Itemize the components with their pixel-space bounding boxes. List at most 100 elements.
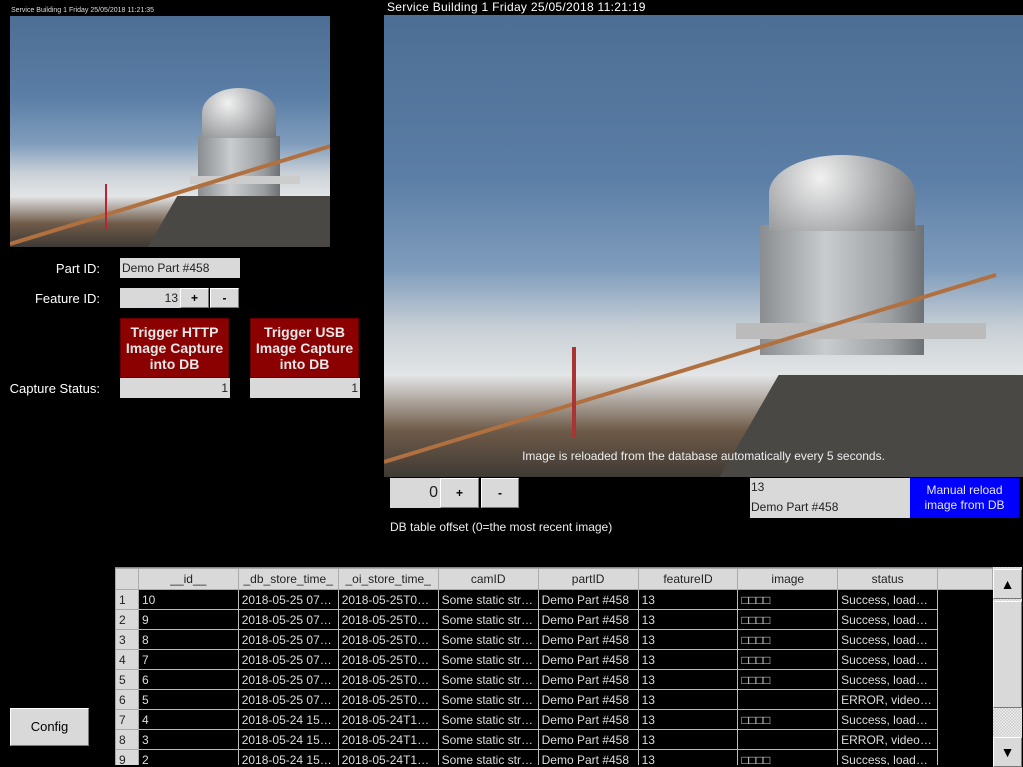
table-cell[interactable]: Some static str… [437, 609, 539, 630]
table-row[interactable]: 6 5 2018-05-25 07… 2018-05-25T0… Some static… [115, 689, 993, 710]
table-cell[interactable]: □□□□ [737, 609, 839, 630]
scroll-up-button[interactable]: ▲ [993, 569, 1022, 599]
column-header-id[interactable]: __id__ [137, 568, 239, 590]
row-number[interactable]: 5 [115, 669, 139, 690]
table-cell[interactable]: 10 [137, 589, 239, 610]
part-id-input[interactable]: Demo Part #458 [120, 258, 240, 278]
table-cell[interactable]: 2018-05-24 15… [237, 749, 339, 765]
table-cell[interactable]: 13 [637, 709, 739, 730]
table-cell[interactable]: Some static str… [437, 589, 539, 610]
table-cell[interactable]: Success, load… [837, 609, 939, 630]
column-header-status[interactable]: status [837, 568, 939, 590]
column-header-dbstoretime[interactable]: _db_store_time_ [237, 568, 339, 590]
config-button[interactable]: Config [10, 708, 89, 746]
table-cell[interactable]: Success, load… [837, 709, 939, 730]
db-table[interactable]: __id__ _db_store_time_ _oi_store_time_ camI… [115, 567, 993, 765]
table-cell[interactable]: Demo Part #458 [537, 609, 639, 630]
table-cell[interactable]: 2018-05-25 07… [237, 589, 339, 610]
table-cell[interactable]: 2018-05-25 07… [237, 609, 339, 630]
column-header-oistoretime[interactable]: _oi_store_time_ [337, 568, 439, 590]
table-row[interactable]: 1 10 2018-05-25 07… 2018-05-25T0… Some stati… [115, 589, 993, 610]
table-cell[interactable]: 9 [137, 609, 239, 630]
table-cell[interactable]: Demo Part #458 [537, 709, 639, 730]
table-cell[interactable]: 2018-05-24 15… [237, 709, 339, 730]
table-cell[interactable]: 2018-05-25 07… [237, 649, 339, 670]
table-cell[interactable]: 13 [637, 609, 739, 630]
table-cell[interactable]: Demo Part #458 [537, 689, 639, 710]
table-cell[interactable]: Success, load… [837, 629, 939, 650]
column-header-camid[interactable]: camID [437, 568, 539, 590]
table-cell[interactable]: 2018-05-24T1… [337, 709, 439, 730]
db-offset-decrement-button[interactable]: - [481, 478, 519, 508]
table-row[interactable]: 3 8 2018-05-25 07… 2018-05-25T0… Some static… [115, 629, 993, 650]
table-row[interactable]: 4 7 2018-05-25 07… 2018-05-25T0… Some static… [115, 649, 993, 670]
table-cell[interactable]: 2018-05-24 15… [237, 729, 339, 750]
feature-id-increment-button[interactable]: + [180, 288, 209, 308]
table-row[interactable]: 7 4 2018-05-24 15… 2018-05-24T1… Some static… [115, 709, 993, 730]
table-row[interactable]: 2 9 2018-05-25 07… 2018-05-25T0… Some static… [115, 609, 993, 630]
column-header-partid[interactable]: partID [537, 568, 639, 590]
table-cell[interactable]: 2018-05-25T0… [337, 589, 439, 610]
row-number[interactable]: 1 [115, 589, 139, 610]
row-number[interactable]: 9 [115, 749, 139, 765]
table-cell[interactable]: Success, load… [837, 749, 939, 765]
table-row[interactable]: 9 2 2018-05-24 15… 2018-05-24T1… Some static… [115, 749, 993, 765]
table-cell[interactable]: Demo Part #458 [537, 589, 639, 610]
table-cell[interactable]: 13 [637, 629, 739, 650]
column-header-featureid[interactable]: featureID [637, 568, 739, 590]
table-cell[interactable]: Demo Part #458 [537, 629, 639, 650]
table-cell[interactable]: Some static str… [437, 649, 539, 670]
trigger-http-capture-button[interactable]: Trigger HTTP Image Capture into DB [120, 318, 229, 378]
table-cell[interactable]: 7 [137, 649, 239, 670]
table-cell[interactable]: 13 [637, 689, 739, 710]
table-cell[interactable]: Some static str… [437, 629, 539, 650]
table-cell[interactable]: □□□□ [737, 669, 839, 690]
table-cell[interactable]: 13 [637, 749, 739, 765]
table-cell[interactable]: 8 [137, 629, 239, 650]
table-cell[interactable]: □□□□ [737, 749, 839, 765]
table-cell[interactable]: Some static str… [437, 709, 539, 730]
table-cell[interactable]: Demo Part #458 [537, 749, 639, 765]
table-cell[interactable]: 2018-05-24T1… [337, 749, 439, 765]
table-row[interactable]: 5 6 2018-05-25 07… 2018-05-25T0… Some static… [115, 669, 993, 690]
table-cell[interactable]: 3 [137, 729, 239, 750]
scrollbar-thumb[interactable] [993, 601, 1022, 708]
row-number[interactable]: 3 [115, 629, 139, 650]
row-number[interactable]: 8 [115, 729, 139, 750]
table-cell[interactable]: □□□□ [737, 589, 839, 610]
table-cell[interactable]: Some static str… [437, 749, 539, 765]
feature-id-input[interactable]: 13 [120, 288, 180, 308]
table-scrollbar[interactable]: ▲ ▼ [993, 567, 1022, 767]
table-cell[interactable]: 13 [637, 589, 739, 610]
table-cell[interactable]: 2018-05-25 07… [237, 629, 339, 650]
table-cell[interactable]: □□□□ [737, 629, 839, 650]
table-cell[interactable]: 5 [137, 689, 239, 710]
db-offset-increment-button[interactable]: + [440, 478, 479, 508]
table-cell[interactable] [737, 689, 839, 710]
table-cell[interactable]: 13 [637, 649, 739, 670]
table-cell[interactable]: 2018-05-25T0… [337, 669, 439, 690]
table-cell[interactable]: 4 [137, 709, 239, 730]
db-offset-input[interactable]: 0 [390, 478, 440, 508]
table-cell[interactable]: □□□□ [737, 649, 839, 670]
column-header-image[interactable]: image [737, 568, 839, 590]
table-cell[interactable]: Success, load… [837, 649, 939, 670]
table-cell[interactable]: 2018-05-25T0… [337, 649, 439, 670]
table-cell[interactable]: □□□□ [737, 709, 839, 730]
row-number[interactable]: 4 [115, 649, 139, 670]
table-row[interactable]: 8 3 2018-05-24 15… 2018-05-24T1… Some static… [115, 729, 993, 750]
table-cell[interactable]: 2018-05-25T0… [337, 689, 439, 710]
scroll-down-button[interactable]: ▼ [993, 737, 1022, 767]
feature-id-decrement-button[interactable]: - [210, 288, 239, 308]
table-cell[interactable]: 13 [637, 669, 739, 690]
table-cell[interactable]: Some static str… [437, 729, 539, 750]
table-cell[interactable]: 2018-05-25 07… [237, 689, 339, 710]
table-cell[interactable]: 2018-05-25T0… [337, 609, 439, 630]
table-cell[interactable]: 6 [137, 669, 239, 690]
table-cell[interactable] [737, 729, 839, 750]
table-cell[interactable]: ERROR, video… [837, 729, 939, 750]
table-cell[interactable]: 2018-05-24T1… [337, 729, 439, 750]
table-cell[interactable]: Some static str… [437, 669, 539, 690]
row-number[interactable]: 2 [115, 609, 139, 630]
trigger-usb-capture-button[interactable]: Trigger USB Image Capture into DB [250, 318, 359, 378]
